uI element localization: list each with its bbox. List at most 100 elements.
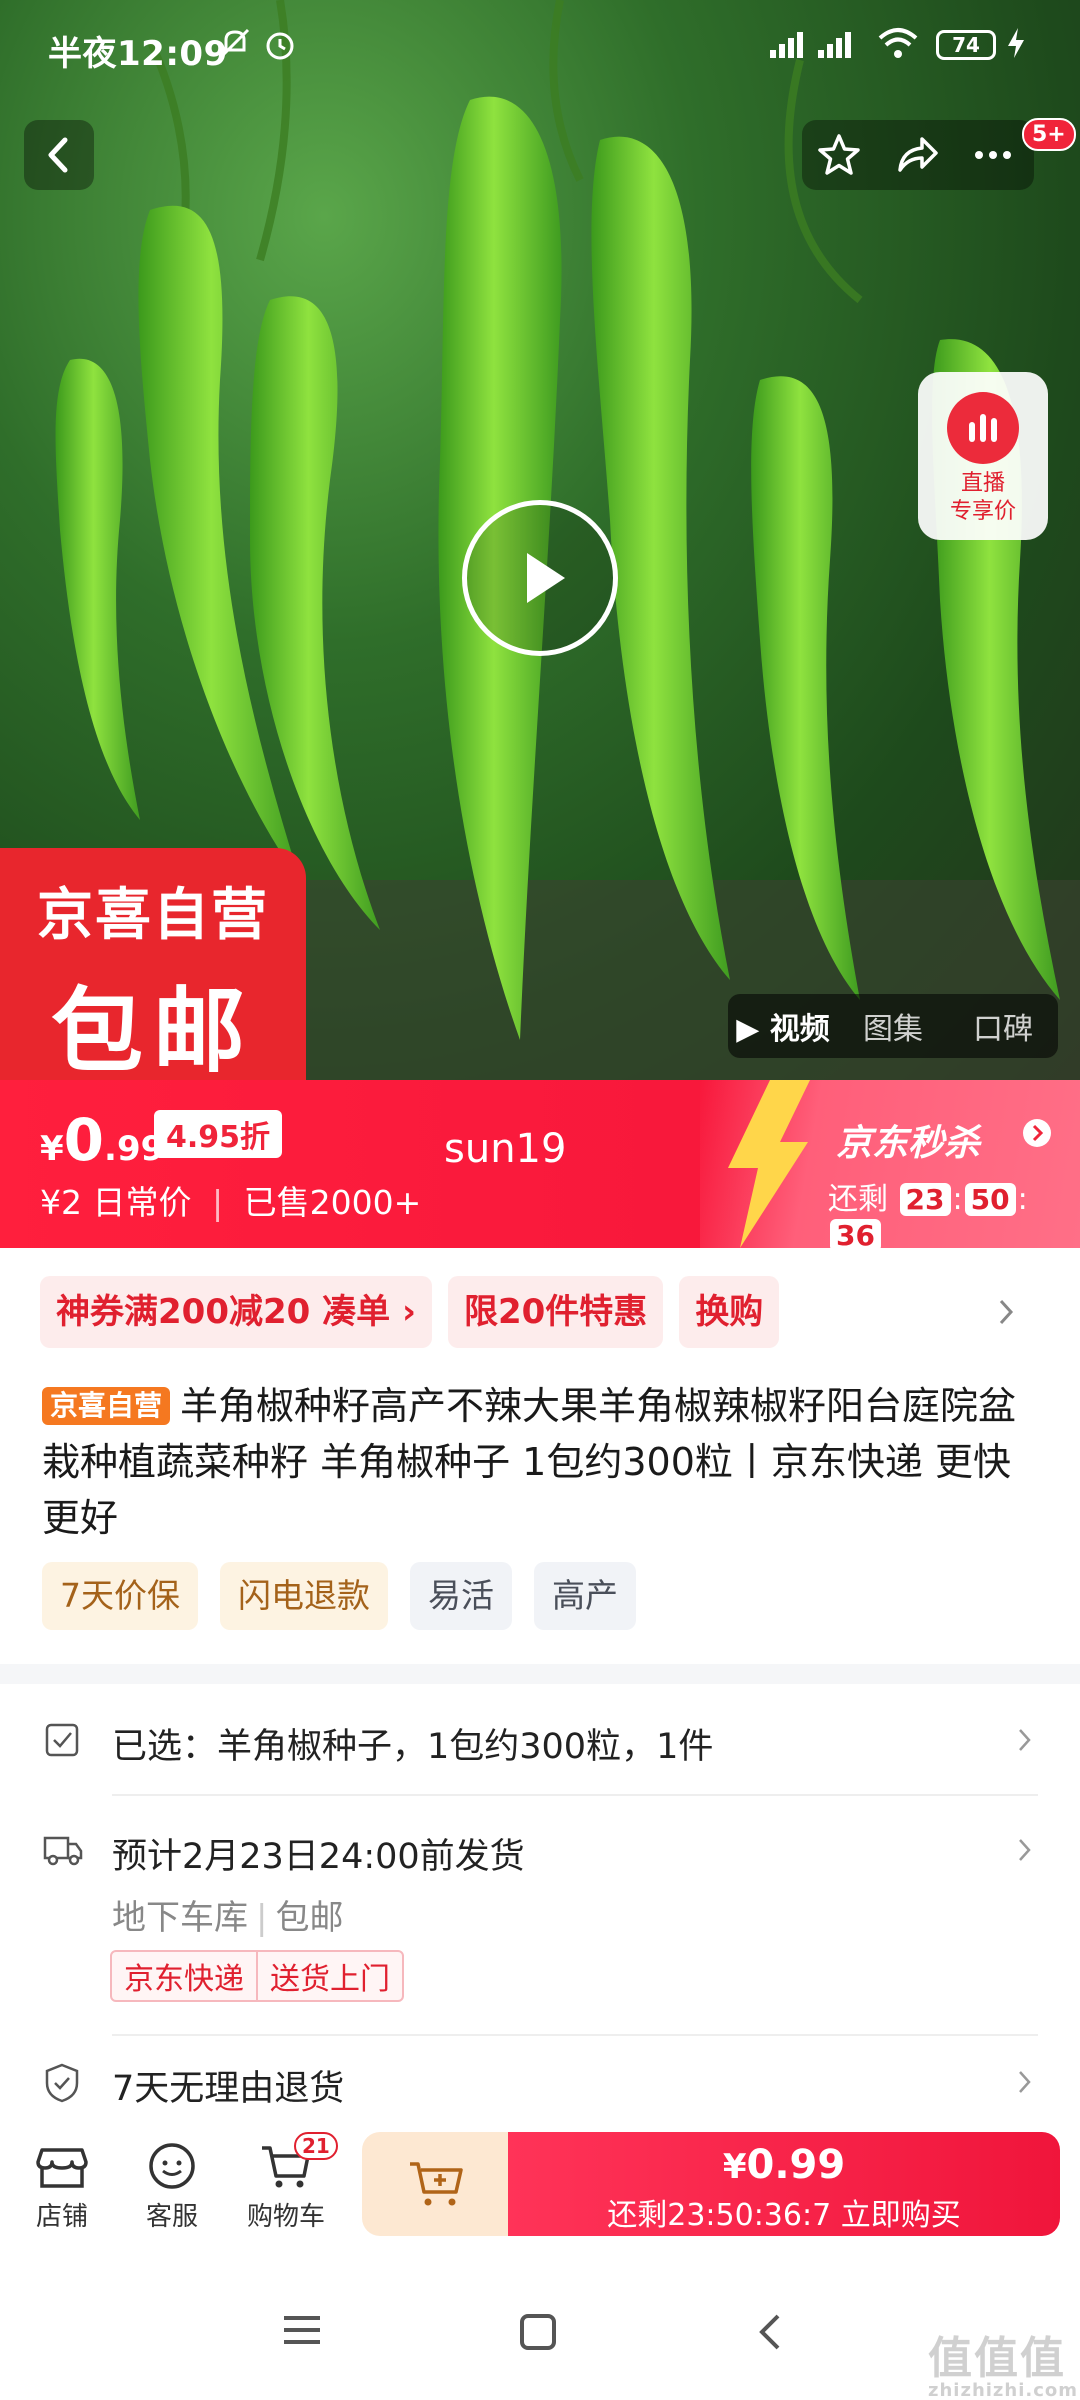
shop-label: 店铺 bbox=[35, 2202, 88, 2232]
returns-text: 7天无理由退货 bbox=[112, 2069, 345, 2109]
brand-tag-line1: 京喜自营 bbox=[37, 883, 269, 948]
product-title-text: 羊角椒种籽高产不辣大果羊角椒辣椒籽阳台庭院盆栽种植蔬菜种籽 羊角椒种子 1包约3… bbox=[42, 1384, 1017, 1540]
door-delivery-tag: 送货上门 bbox=[256, 1952, 402, 2000]
wifi-icon bbox=[876, 26, 920, 69]
brand-tag-line2: 包邮 bbox=[50, 978, 255, 1080]
promo-row: 神券满200减20 凑单 › 限20件特惠 换购 bbox=[40, 1276, 780, 1348]
battery-indicator: 74 bbox=[936, 30, 996, 60]
selection-row[interactable]: 已选：羊角椒种子，1包约300粒，1件 bbox=[0, 1716, 1080, 1796]
play-video-button[interactable] bbox=[462, 500, 618, 656]
seckill-panel[interactable]: 京东秒杀 还剩 23:50:36 bbox=[700, 1080, 1080, 1252]
chevron-right-icon[interactable] bbox=[996, 1296, 1016, 1332]
status-time: 半夜12:09 bbox=[48, 34, 228, 74]
watermark: 值值值 zhizhizhi.com bbox=[928, 2333, 1079, 2400]
live-bars-icon bbox=[947, 392, 1019, 464]
coupon-chip[interactable]: 神券满200减20 凑单 › bbox=[40, 1276, 432, 1348]
customer-service-button[interactable]: 客服 bbox=[122, 2136, 222, 2233]
product-title: 京喜自营 羊角椒种籽高产不辣大果羊角椒辣椒籽阳台庭院盆栽种植蔬菜种籽 羊角椒种子 … bbox=[42, 1378, 1042, 1546]
add-to-cart-button[interactable] bbox=[362, 2132, 510, 2236]
share-icon[interactable] bbox=[894, 132, 940, 182]
countdown-seconds: 36 bbox=[830, 1219, 881, 1252]
selection-text: 已选：羊角椒种子，1包约300粒，1件 bbox=[112, 1727, 714, 1767]
seckill-title: 京东秒杀 bbox=[836, 1123, 981, 1164]
sold-count: 已售2000+ bbox=[243, 1183, 422, 1222]
shopping-cart-icon: 21 bbox=[236, 2132, 338, 2196]
delivery-truck-icon bbox=[42, 1830, 84, 1874]
price-subline: ¥2 日常价 | 已售2000+ bbox=[40, 1183, 422, 1222]
original-price-label: 日常价 bbox=[92, 1183, 192, 1222]
cart-count-badge: 21 bbox=[294, 2132, 338, 2160]
product-image-carousel[interactable]: 半夜12:09 74 5+ 直播 专享价 京喜自营 包邮 ▶ 视频 图集 口碑 bbox=[0, 0, 1080, 1080]
bottom-action-bar: 店铺 客服 21 购物车 ¥0.99 还剩23:50:36:7 立即购买 bbox=[0, 2116, 1080, 2266]
buy-countdown-and-label: 还剩23:50:36:7 立即购买 bbox=[607, 2198, 961, 2233]
store-icon bbox=[12, 2136, 112, 2196]
cart-button[interactable]: 21 购物车 bbox=[236, 2132, 338, 2233]
chevron-left-icon bbox=[48, 137, 68, 173]
buy-now-button[interactable]: ¥0.99 还剩23:50:36:7 立即购买 bbox=[508, 2132, 1060, 2236]
chevron-right-icon bbox=[1016, 1726, 1034, 1758]
returns-row[interactable]: 7天无理由退货 bbox=[0, 2060, 1080, 2116]
discount-badge: 4.95折 bbox=[154, 1110, 283, 1158]
brand-corner-tag: 京喜自营 包邮 bbox=[0, 848, 306, 1080]
countdown-minutes: 50 bbox=[964, 1183, 1016, 1216]
service-tags: 7天价保 闪电退款 易活 高产 bbox=[42, 1562, 636, 1630]
status-bar: 半夜12:09 74 bbox=[0, 0, 1080, 90]
seckill-countdown: 还剩 23:50:36 bbox=[828, 1182, 1028, 1252]
section-divider bbox=[0, 1664, 1080, 1684]
current-price: ¥0.99 bbox=[40, 1106, 165, 1174]
delivery-tags: 京东快递 送货上门 bbox=[110, 1950, 404, 2002]
shipping-estimate: 预计2月23日24:00前发货 bbox=[112, 1837, 525, 1877]
tag-easy-grow: 易活 bbox=[410, 1562, 512, 1630]
exchange-chip[interactable]: 换购 bbox=[679, 1276, 780, 1348]
live-price-label: 专享价 bbox=[949, 499, 1016, 524]
overlay-text: sun19 bbox=[444, 1126, 567, 1172]
tag-price-protect: 7天价保 bbox=[42, 1562, 198, 1630]
chevron-right-icon bbox=[1016, 2068, 1034, 2100]
back-button[interactable] bbox=[24, 120, 94, 190]
live-stream-entry[interactable]: 直播 专享价 bbox=[918, 372, 1048, 540]
shield-check-icon bbox=[42, 2062, 82, 2108]
countdown-hours: 23 bbox=[899, 1183, 951, 1216]
notification-badge: 5+ bbox=[1022, 118, 1076, 151]
top-action-group bbox=[802, 120, 1034, 190]
system-navigation-bar bbox=[0, 2290, 1080, 2400]
alarm-icon bbox=[262, 26, 298, 71]
play-icon bbox=[527, 553, 565, 603]
buy-price: ¥0.99 bbox=[722, 2142, 846, 2188]
chevron-right-icon bbox=[1016, 1836, 1034, 1868]
jd-express-tag: 京东快递 bbox=[124, 1962, 244, 1997]
tab-gallery[interactable]: 图集 bbox=[838, 1004, 948, 1048]
favorite-star-icon[interactable] bbox=[816, 132, 862, 182]
row-divider bbox=[112, 1794, 1038, 1796]
chevron-right-circle-icon bbox=[1022, 1118, 1052, 1152]
mute-icon bbox=[218, 26, 252, 69]
shipping-fee: 包邮 bbox=[275, 1898, 344, 1938]
price-banner: ¥0.99 4.95折 ¥2 日常价 | 已售2000+ sun19 京东秒杀 … bbox=[0, 1080, 1080, 1252]
tag-high-yield: 高产 bbox=[534, 1562, 636, 1630]
cart-plus-icon bbox=[410, 2162, 463, 2206]
ship-origin: 地下车库 bbox=[112, 1898, 248, 1938]
selected-spec-icon bbox=[42, 1720, 82, 1764]
tab-reviews[interactable]: 口碑 bbox=[948, 1004, 1058, 1048]
nav-back-icon[interactable] bbox=[750, 2310, 790, 2358]
lightning-icon bbox=[728, 1080, 810, 1248]
more-options-icon[interactable] bbox=[970, 132, 1016, 182]
home-icon[interactable] bbox=[516, 2310, 560, 2358]
service-label: 客服 bbox=[145, 2202, 198, 2232]
menu-icon[interactable] bbox=[280, 2310, 324, 2354]
chat-smile-icon bbox=[122, 2136, 222, 2196]
shipping-row[interactable]: 预计2月23日24:00前发货 bbox=[0, 1828, 1080, 1888]
original-price: ¥2 bbox=[40, 1183, 82, 1222]
tab-video[interactable]: ▶ 视频 bbox=[728, 1004, 838, 1048]
cart-label: 购物车 bbox=[246, 2202, 325, 2232]
charging-icon bbox=[1006, 26, 1026, 69]
self-operated-badge: 京喜自营 bbox=[42, 1387, 171, 1425]
live-label: 直播 bbox=[960, 471, 1005, 496]
ship-from: 地下车库 | 包邮 bbox=[112, 1898, 344, 1938]
signal-icon bbox=[770, 26, 860, 69]
tag-quick-refund: 闪电退款 bbox=[220, 1562, 388, 1630]
shop-button[interactable]: 店铺 bbox=[12, 2136, 112, 2233]
media-tabs: ▶ 视频 图集 口碑 bbox=[728, 994, 1058, 1058]
row-divider bbox=[112, 2034, 1038, 2036]
limited-offer-chip[interactable]: 限20件特惠 bbox=[447, 1276, 664, 1348]
